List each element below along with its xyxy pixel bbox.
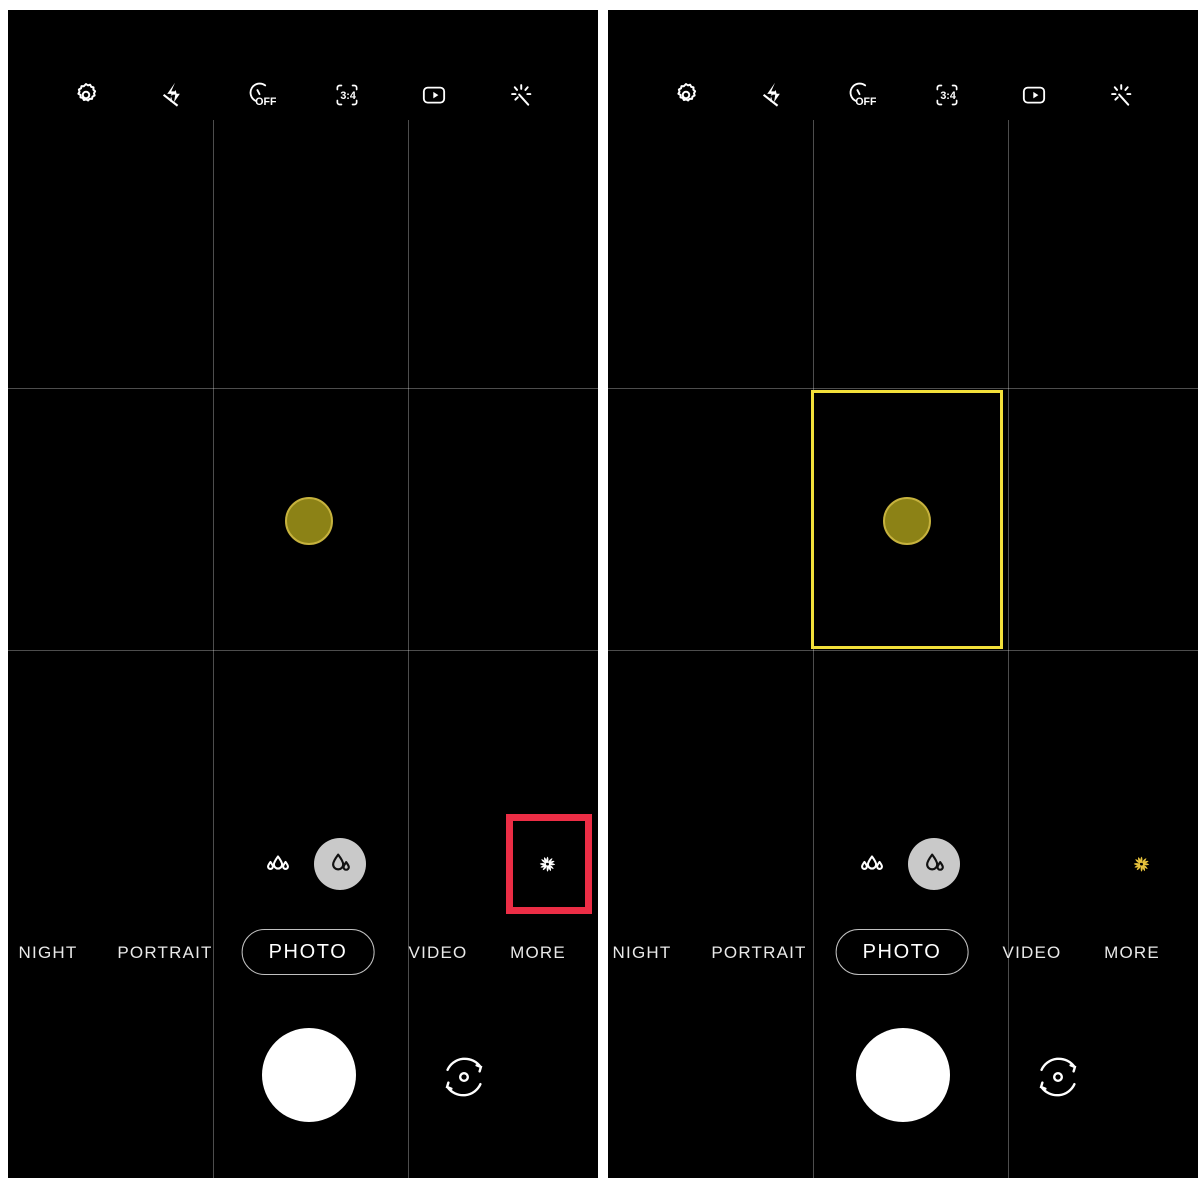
mode-video[interactable]: VIDEO <box>409 944 468 961</box>
mode-strip: NIGHT PORTRAIT PHOTO VIDEO MORE <box>8 925 598 979</box>
bokeh-off-icon[interactable] <box>252 838 304 890</box>
grid-hline-1 <box>8 388 598 389</box>
settings-icon[interactable] <box>659 68 713 122</box>
top-toolbar: OFF 3:4 <box>8 68 598 122</box>
effect-row <box>8 814 598 914</box>
mode-portrait[interactable]: PORTRAIT <box>711 944 806 961</box>
grid-hline-2 <box>8 650 598 651</box>
mode-night[interactable]: NIGHT <box>613 944 672 961</box>
subject-circle[interactable] <box>883 497 931 545</box>
svg-text:3:4: 3:4 <box>340 90 356 102</box>
mode-video[interactable]: VIDEO <box>1003 944 1062 961</box>
settings-icon[interactable] <box>59 68 113 122</box>
ai-enhance-icon[interactable] <box>1094 68 1148 122</box>
flash-off-icon[interactable] <box>746 68 800 122</box>
svg-text:3:4: 3:4 <box>940 90 956 102</box>
bokeh-off-icon[interactable] <box>846 838 898 890</box>
capture-row <box>608 1018 1198 1128</box>
aspect-ratio-icon[interactable]: 3:4 <box>320 68 374 122</box>
flip-camera-icon[interactable] <box>433 1046 495 1108</box>
bokeh-on-icon[interactable] <box>314 838 366 890</box>
flip-camera-icon[interactable] <box>1027 1046 1089 1108</box>
bokeh-on-icon[interactable] <box>908 838 960 890</box>
mode-portrait[interactable]: PORTRAIT <box>117 944 212 961</box>
mode-more[interactable]: MORE <box>1104 944 1160 961</box>
annotation-highlight-box <box>506 814 592 914</box>
mode-night[interactable]: NIGHT <box>19 944 78 961</box>
mode-photo[interactable]: PHOTO <box>241 929 375 975</box>
filter-icon[interactable] <box>1116 838 1168 890</box>
capture-row <box>8 1018 598 1128</box>
camera-screen-after: OFF 3:4 NIGHT PORTRAIT PHOTO VIDEO MORE <box>608 10 1198 1178</box>
mode-more[interactable]: MORE <box>510 944 566 961</box>
effect-row <box>608 830 1198 898</box>
mode-strip: NIGHT PORTRAIT PHOTO VIDEO MORE <box>608 925 1198 979</box>
shutter-button[interactable] <box>856 1028 950 1122</box>
ai-enhance-icon[interactable] <box>494 68 548 122</box>
timer-icon[interactable]: OFF <box>833 68 887 122</box>
grid-hline-1 <box>608 388 1198 389</box>
shutter-button[interactable] <box>262 1028 356 1122</box>
screenshot-root: OFF 3:4 NIGHT PORTRAIT PHOTO VIDEO MORE … <box>0 0 1200 1200</box>
subject-circle[interactable] <box>285 497 333 545</box>
flash-off-icon[interactable] <box>146 68 200 122</box>
svg-text:OFF: OFF <box>855 96 876 108</box>
mode-photo[interactable]: PHOTO <box>835 929 969 975</box>
motion-photo-icon[interactable] <box>407 68 461 122</box>
svg-text:OFF: OFF <box>255 96 276 108</box>
timer-icon[interactable]: OFF <box>233 68 287 122</box>
camera-screen-before: OFF 3:4 NIGHT PORTRAIT PHOTO VIDEO MORE <box>8 10 598 1178</box>
aspect-ratio-icon[interactable]: 3:4 <box>920 68 974 122</box>
top-toolbar: OFF 3:4 <box>608 68 1198 122</box>
grid-hline-2 <box>608 650 1198 651</box>
motion-photo-icon[interactable] <box>1007 68 1061 122</box>
